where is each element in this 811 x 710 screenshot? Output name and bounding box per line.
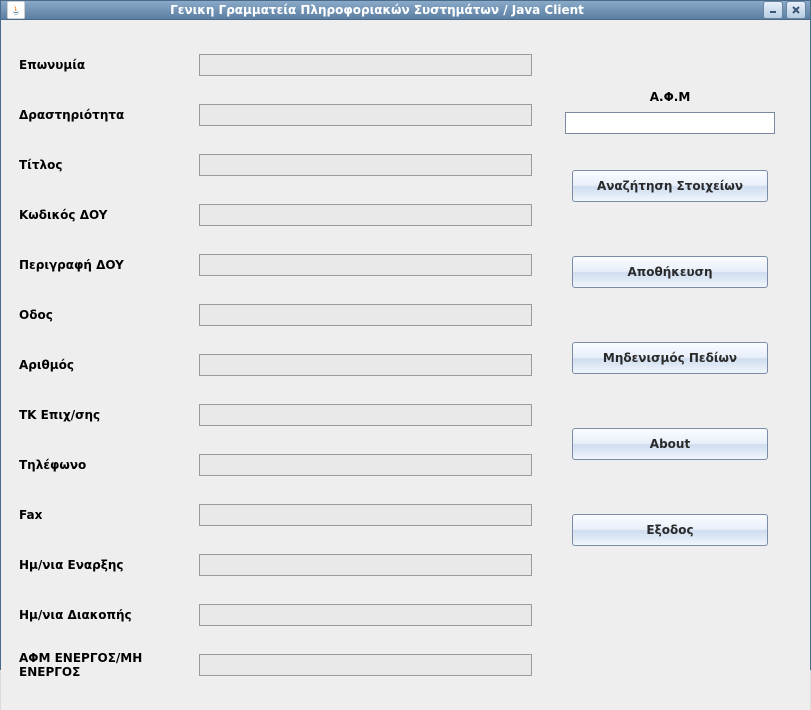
row-kodikos-doy: Κωδικός ΔOY	[19, 190, 548, 240]
label-drastiriotita: Δραστηριότητα	[19, 108, 199, 122]
afm-input[interactable]	[565, 112, 775, 134]
row-tk: ΤΚ Επιχ/σης	[19, 390, 548, 440]
label-perigrafi-doy: Περιγραφή ΔOY	[19, 258, 199, 272]
row-fax: Fax	[19, 490, 548, 540]
field-kodikos-doy	[199, 204, 532, 226]
label-arithmos: Αριθμός	[19, 358, 199, 372]
reset-button[interactable]: Μηδενισμός Πεδίων	[572, 342, 768, 374]
label-tilefono: Τηλέφωνο	[19, 458, 199, 472]
close-button[interactable]	[786, 1, 806, 19]
row-enarxi: Ημ/νια Εναρξης	[19, 540, 548, 590]
field-enarxi	[199, 554, 532, 576]
row-afm-status: ΑΦΜ ΕΝΕΡΓΟΣ/ΜΗ ΕΝΕΡΓΟΣ	[19, 640, 548, 690]
field-fax	[199, 504, 532, 526]
save-button[interactable]: Αποθήκευση	[572, 256, 768, 288]
field-diakopi	[199, 604, 532, 626]
row-tilefono: Τηλέφωνο	[19, 440, 548, 490]
label-kodikos-doy: Κωδικός ΔOY	[19, 208, 199, 222]
window-controls	[763, 1, 806, 19]
field-tilefono	[199, 454, 532, 476]
label-tk: ΤΚ Επιχ/σης	[19, 408, 199, 422]
row-odos: Οδος	[19, 290, 548, 340]
exit-button[interactable]: Εξοδος	[572, 514, 768, 546]
titlebar: Γενικη Γραμματεία Πληροφοριακών Συστημάτ…	[1, 1, 810, 20]
minimize-button[interactable]	[763, 1, 783, 19]
row-diakopi: Ημ/νια Διακοπής	[19, 590, 548, 640]
row-eponymia: Επωνυμία	[19, 40, 548, 90]
label-eponymia: Επωνυμία	[19, 58, 199, 72]
label-fax: Fax	[19, 508, 199, 522]
afm-block: Α.Φ.Μ	[565, 90, 775, 134]
close-icon	[791, 5, 801, 15]
search-button[interactable]: Αναζήτηση Στοιχείων	[572, 170, 768, 202]
label-afm-status: ΑΦΜ ΕΝΕΡΓΟΣ/ΜΗ ΕΝΕΡΓΟΣ	[19, 651, 199, 679]
minimize-icon	[768, 5, 778, 15]
field-eponymia	[199, 54, 532, 76]
content-area: Επωνυμία Δραστηριότητα Τίτλος Κωδικός ΔO…	[1, 20, 810, 710]
field-odos	[199, 304, 532, 326]
label-titlos: Τίτλος	[19, 158, 199, 172]
field-afm-status	[199, 654, 532, 676]
row-arithmos: Αριθμός	[19, 340, 548, 390]
field-drastiriotita	[199, 104, 532, 126]
label-odos: Οδος	[19, 308, 199, 322]
field-titlos	[199, 154, 532, 176]
app-window: Γενικη Γραμματεία Πληροφοριακών Συστημάτ…	[0, 0, 811, 670]
afm-label: Α.Φ.Μ	[650, 90, 691, 104]
java-icon	[7, 1, 25, 19]
field-tk	[199, 404, 532, 426]
field-arithmos	[199, 354, 532, 376]
row-titlos: Τίτλος	[19, 140, 548, 190]
form-column: Επωνυμία Δραστηριότητα Τίτλος Κωδικός ΔO…	[19, 40, 548, 690]
row-drastiriotita: Δραστηριότητα	[19, 90, 548, 140]
side-column: Α.Φ.Μ Αναζήτηση Στοιχείων Αποθήκευση Μηδ…	[548, 40, 792, 690]
window-title: Γενικη Γραμματεία Πληροφοριακών Συστημάτ…	[31, 3, 763, 17]
label-diakopi: Ημ/νια Διακοπής	[19, 608, 199, 622]
row-perigrafi-doy: Περιγραφή ΔOY	[19, 240, 548, 290]
field-perigrafi-doy	[199, 254, 532, 276]
label-enarxi: Ημ/νια Εναρξης	[19, 558, 199, 572]
about-button[interactable]: About	[572, 428, 768, 460]
